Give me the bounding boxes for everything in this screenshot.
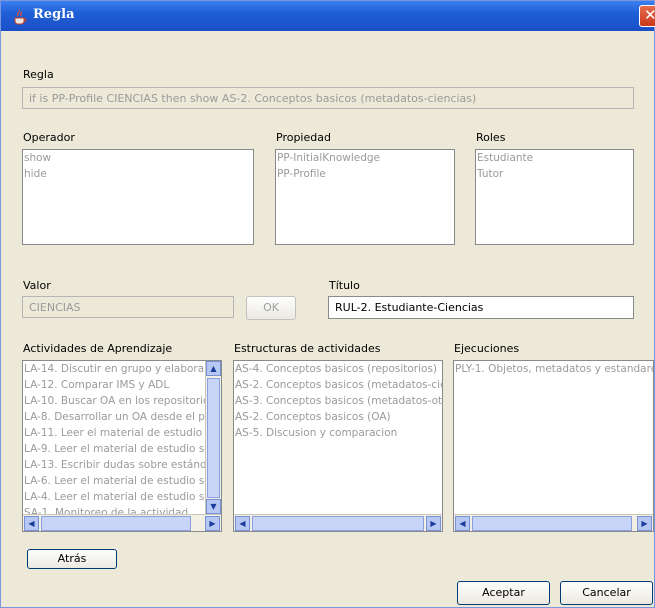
- list-item[interactable]: PP-Profile: [276, 166, 454, 182]
- regla-label: Regla: [23, 68, 54, 81]
- java-cup-icon: [14, 9, 27, 25]
- list-item[interactable]: Estudiante: [476, 150, 633, 166]
- ejecuciones-label: Ejecuciones: [454, 342, 520, 355]
- actividades-label: Actividades de Aprendizaje: [23, 342, 173, 355]
- estructuras-items: AS-4. Conceptos basicos (repositorios) A…: [234, 361, 442, 514]
- list-item[interactable]: LA-4. Leer el material de estudio sol: [23, 489, 205, 505]
- scroll-right-icon[interactable]: ▶: [426, 516, 441, 531]
- title-bar[interactable]: Regla ✕: [1, 1, 655, 31]
- titulo-value: RUL-2. Estudiante-Ciencias: [335, 301, 484, 314]
- scroll-thumb[interactable]: [252, 516, 424, 531]
- regla-dialog: Regla ✕ Regla if is PP-Profile CIENCIAS …: [0, 0, 655, 608]
- list-item[interactable]: SA-1. Monitoreo de la actividad: [23, 505, 205, 514]
- window-title: Regla: [33, 7, 75, 22]
- scroll-left-icon[interactable]: ◀: [24, 516, 39, 531]
- list-item[interactable]: LA-11. Leer el material de estudio s: [23, 425, 205, 441]
- list-item[interactable]: PLY-1. Objetos, metadatos y estandare: [454, 361, 653, 377]
- scroll-right-icon[interactable]: ▶: [637, 516, 652, 531]
- ejecuciones-list[interactable]: PLY-1. Objetos, metadatos y estandare ◀ …: [453, 360, 654, 532]
- ejecuciones-items: PLY-1. Objetos, metadatos y estandare: [454, 361, 653, 514]
- operador-list[interactable]: show hide: [22, 149, 254, 245]
- list-item[interactable]: LA-14. Discutir en grupo y elaborara: [23, 361, 205, 377]
- titulo-label: Título: [329, 279, 360, 292]
- scroll-right-icon[interactable]: ▶: [205, 516, 220, 531]
- roles-list[interactable]: Estudiante Tutor: [475, 149, 634, 245]
- list-item[interactable]: hide: [23, 166, 253, 182]
- list-item[interactable]: AS-2. Conceptos basicos (OA): [234, 409, 442, 425]
- list-item[interactable]: LA-6. Leer el material de estudio sol: [23, 473, 205, 489]
- list-item[interactable]: AS-4. Conceptos basicos (repositorios): [234, 361, 442, 377]
- scroll-left-icon[interactable]: ◀: [455, 516, 470, 531]
- regla-value: if is PP-Profile CIENCIAS then show AS-2…: [29, 92, 477, 105]
- valor-label: Valor: [23, 279, 51, 292]
- list-item[interactable]: LA-10. Buscar OA en los repositorio: [23, 393, 205, 409]
- titulo-input[interactable]: RUL-2. Estudiante-Ciencias: [328, 296, 634, 319]
- propiedad-label: Propiedad: [276, 131, 331, 144]
- propiedad-list[interactable]: PP-InitialKnowledge PP-Profile: [275, 149, 455, 245]
- actividades-list[interactable]: LA-14. Discutir en grupo y elaborara LA-…: [22, 360, 222, 532]
- list-item[interactable]: show: [23, 150, 253, 166]
- close-icon: ✕: [644, 6, 655, 24]
- list-item[interactable]: LA-13. Escribir dudas sobre estánda: [23, 457, 205, 473]
- close-button[interactable]: ✕: [639, 5, 655, 27]
- estructuras-label: Estructuras de actividades: [234, 342, 381, 355]
- estructuras-hscroll[interactable]: ◀ ▶: [234, 514, 442, 531]
- scroll-down-icon[interactable]: ▼: [206, 499, 221, 514]
- scroll-thumb[interactable]: [41, 516, 191, 531]
- valor-value: CIENCIAS: [29, 301, 81, 314]
- ejecuciones-hscroll[interactable]: ◀ ▶: [454, 514, 653, 531]
- regla-field: if is PP-Profile CIENCIAS then show AS-2…: [22, 87, 634, 109]
- list-item[interactable]: LA-8. Desarrollar un OA desde el pu: [23, 409, 205, 425]
- list-item[interactable]: AS-5. Discusion y comparacion: [234, 425, 442, 441]
- list-item[interactable]: AS-3. Conceptos basicos (metadatos-otro: [234, 393, 442, 409]
- roles-label: Roles: [476, 131, 506, 144]
- scroll-left-icon[interactable]: ◀: [235, 516, 250, 531]
- actividades-vscroll[interactable]: ▲ ▼: [205, 361, 221, 514]
- scroll-up-icon[interactable]: ▲: [206, 361, 221, 376]
- list-item[interactable]: LA-12. Comparar IMS y ADL: [23, 377, 205, 393]
- estructuras-list[interactable]: AS-4. Conceptos basicos (repositorios) A…: [233, 360, 443, 532]
- aceptar-button[interactable]: Aceptar: [457, 581, 550, 605]
- scroll-thumb[interactable]: [472, 516, 632, 531]
- list-item[interactable]: LA-9. Leer el material de estudio sol: [23, 441, 205, 457]
- actividades-items: LA-14. Discutir en grupo y elaborara LA-…: [23, 361, 205, 514]
- scroll-thumb[interactable]: [207, 378, 220, 498]
- list-item[interactable]: AS-2. Conceptos basicos (metadatos-cien: [234, 377, 442, 393]
- atras-button[interactable]: Atrás: [27, 549, 117, 569]
- ok-button[interactable]: OK: [246, 296, 296, 320]
- valor-field: CIENCIAS: [22, 296, 234, 318]
- actividades-hscroll[interactable]: ◀ ▶: [23, 514, 221, 531]
- cancelar-button[interactable]: Cancelar: [560, 581, 653, 605]
- list-item[interactable]: Tutor: [476, 166, 633, 182]
- operador-label: Operador: [23, 131, 75, 144]
- list-item[interactable]: PP-InitialKnowledge: [276, 150, 454, 166]
